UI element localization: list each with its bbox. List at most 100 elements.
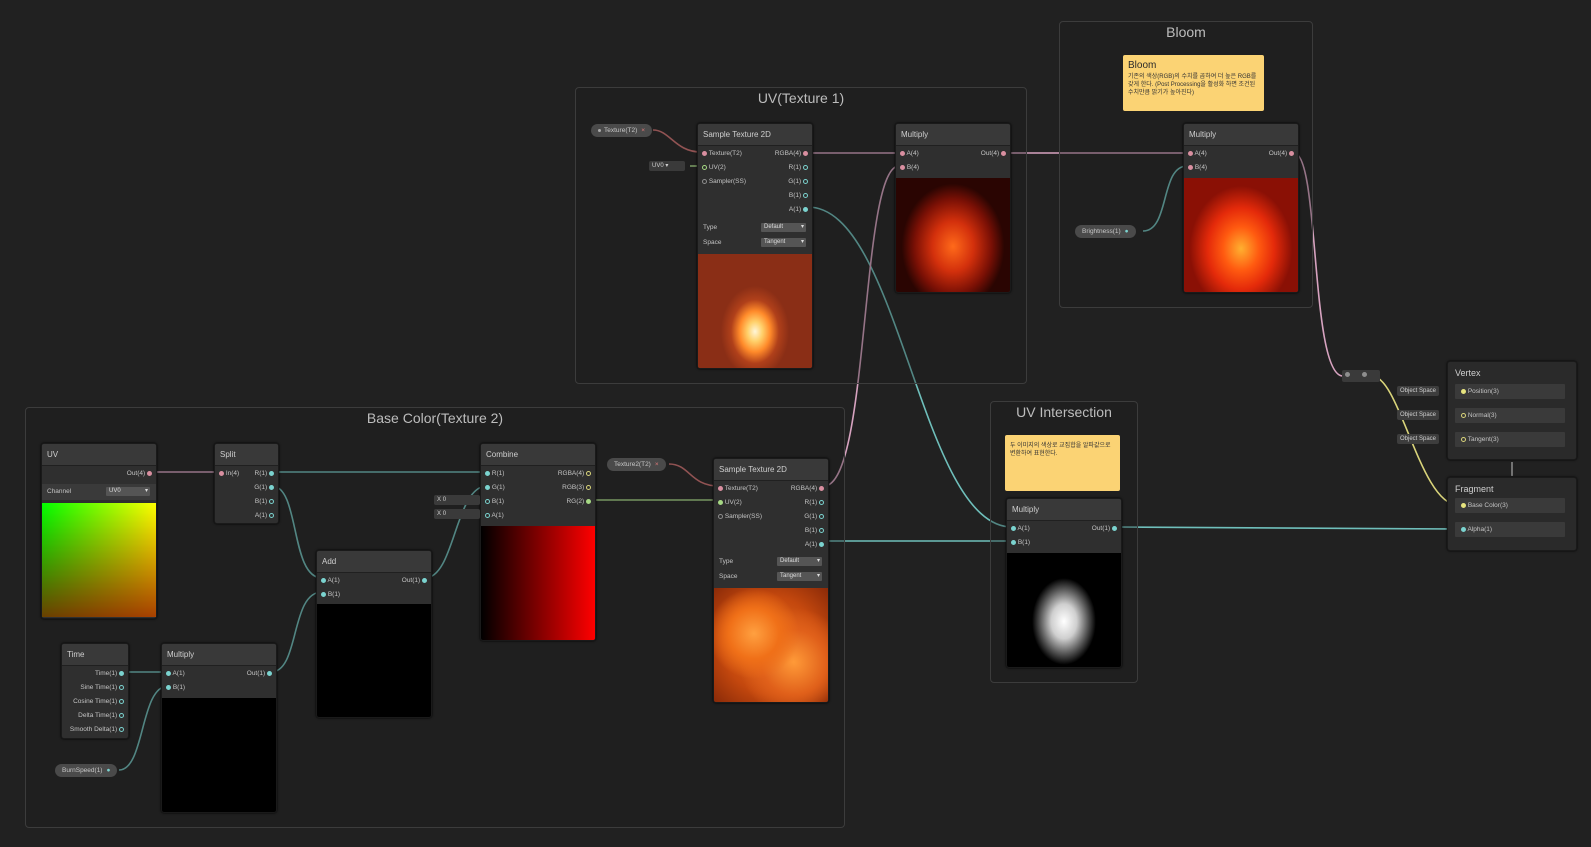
normal-space-tag[interactable]: Object Space	[1397, 410, 1440, 420]
node-multiply-1[interactable]: Multiply A(4) B(4) Out(4)	[895, 123, 1011, 293]
channel-dropdown[interactable]: UV0	[106, 487, 150, 496]
output-port[interactable]: ●	[1125, 228, 1129, 235]
slot-label: Normal(3)	[1467, 412, 1497, 419]
input-g[interactable]: G(1)	[485, 483, 505, 493]
input-a[interactable]: A(1)	[1011, 524, 1030, 534]
space-dropdown[interactable]: Tangent	[761, 238, 806, 247]
output-rgba[interactable]: RGBA(4)	[791, 484, 824, 494]
slot-tangent[interactable]: Tangent(3)	[1455, 432, 1565, 447]
space-dropdown[interactable]: Tangent	[777, 572, 822, 581]
output-b[interactable]: B(1)	[789, 191, 808, 201]
reroute-node[interactable]	[1342, 370, 1380, 382]
output-g[interactable]: G(1)	[254, 483, 274, 493]
uv0-dropdown[interactable]: UV0 ▾	[649, 161, 685, 171]
slot-alpha[interactable]: Alpha(1)	[1455, 522, 1565, 537]
type-dropdown[interactable]: Default	[777, 557, 822, 566]
output-smooth-delta[interactable]: Smooth Delta(1)	[70, 725, 124, 735]
output-sine-time[interactable]: Sine Time(1)	[80, 683, 124, 693]
input-b[interactable]: B(1)	[166, 683, 185, 693]
node-sample-texture-2[interactable]: Sample Texture 2D Texture(T2) UV(2) Samp…	[713, 458, 829, 703]
input-a[interactable]: A(4)	[1188, 149, 1207, 159]
output-out[interactable]: Out(1)	[247, 669, 272, 679]
input-r[interactable]: R(1)	[485, 469, 504, 479]
combine-a-default[interactable]: X 0	[434, 509, 480, 519]
output-delta-time[interactable]: Delta Time(1)	[78, 711, 124, 721]
node-uv[interactable]: UV Out(4) Channel UV0	[41, 443, 157, 619]
input-a[interactable]: A(4)	[900, 149, 919, 159]
output-time[interactable]: Time(1)	[95, 669, 124, 679]
property-burn-speed[interactable]: BurnSpeed(1) ●	[55, 764, 118, 777]
output-g[interactable]: G(1)	[804, 512, 824, 522]
tangent-space-tag[interactable]: Object Space	[1397, 434, 1440, 444]
port-dot	[718, 485, 723, 491]
input-texture[interactable]: Texture(T2)	[702, 149, 742, 159]
uv-preview-overlay	[42, 503, 156, 617]
input-sampler[interactable]: Sampler(SS)	[702, 177, 746, 187]
port-label: B(1)	[254, 498, 268, 505]
input-sampler[interactable]: Sampler(SS)	[718, 512, 762, 522]
output-out[interactable]: Out(1)	[402, 576, 427, 586]
output-rgba[interactable]: RGBA(4)	[558, 469, 591, 479]
output-r[interactable]: R(1)	[805, 498, 824, 508]
port-label: Texture(T2)	[708, 150, 742, 157]
input-uv[interactable]: UV(2)	[702, 163, 726, 173]
input-b[interactable]: B(1)	[321, 590, 340, 600]
output-port[interactable]: ×	[641, 127, 645, 134]
output-out[interactable]: Out(1)	[1092, 524, 1117, 534]
slot-base-color[interactable]: Base Color(3)	[1455, 498, 1565, 513]
output-a[interactable]: A(1)	[789, 205, 808, 215]
node-time[interactable]: Time Time(1) Sine Time(1) Cosine Time(1)…	[61, 643, 129, 739]
sticky-note-bloom[interactable]: Bloom 기존의 색상(RGB)의 수치를 곱하여 더 높은 RGB를 갖게 …	[1123, 55, 1264, 111]
output-rgb[interactable]: RGB(3)	[562, 483, 591, 493]
output-out[interactable]: Out(4)	[1269, 149, 1294, 159]
input-b[interactable]: B(4)	[900, 163, 919, 173]
node-add[interactable]: Add A(1) B(1) Out(1)	[316, 550, 432, 718]
port-label: A(1)	[804, 541, 818, 548]
input-in[interactable]: In(4)	[219, 469, 239, 479]
slot-normal[interactable]: Normal(3)	[1455, 408, 1565, 423]
output-port[interactable]: ×	[655, 461, 659, 468]
node-multiply-intersection[interactable]: Multiply A(1) B(1) Out(1)	[1006, 498, 1122, 668]
output-cosine-time[interactable]: Cosine Time(1)	[73, 697, 124, 707]
input-b[interactable]: B(1)	[1011, 538, 1030, 548]
input-texture[interactable]: Texture(T2)	[718, 484, 758, 494]
property-texture1[interactable]: Texture(T2) ×	[591, 124, 653, 137]
master-fragment[interactable]: Fragment Base Color(3) Alpha(1)	[1447, 477, 1577, 551]
combine-b-default[interactable]: X 0	[434, 495, 480, 505]
output-b[interactable]: B(1)	[805, 526, 824, 536]
property-texture2[interactable]: Texture2(T2) ×	[607, 458, 666, 471]
node-title: Split	[215, 444, 278, 466]
output-a[interactable]: A(1)	[805, 540, 824, 550]
output-g[interactable]: G(1)	[788, 177, 808, 187]
property-label: BurnSpeed(1)	[62, 767, 103, 774]
output-b[interactable]: B(1)	[255, 497, 274, 507]
input-b[interactable]: B(1)	[485, 497, 504, 507]
type-dropdown[interactable]: Default	[761, 223, 806, 232]
port-label: A(4)	[1194, 150, 1207, 157]
node-split[interactable]: Split In(4) R(1) G(1) B(1) A(1)	[214, 443, 279, 524]
output-a[interactable]: A(1)	[255, 511, 274, 521]
output-port[interactable]: ●	[106, 767, 110, 774]
node-sample-texture-1[interactable]: Sample Texture 2D Texture(T2) UV(2) Samp…	[697, 123, 813, 369]
slot-position[interactable]: Position(3)	[1455, 384, 1565, 399]
output-r[interactable]: R(1)	[255, 469, 274, 479]
port-label: A(1)	[327, 577, 340, 584]
input-a[interactable]: A(1)	[166, 669, 185, 679]
node-multiply-bloom[interactable]: Multiply A(4) B(4) Out(4)	[1183, 123, 1299, 293]
output-rg[interactable]: RG(2)	[566, 497, 591, 507]
master-vertex[interactable]: Vertex Position(3) Normal(3) Tangent(3)	[1447, 361, 1577, 460]
sticky-note-uv[interactable]: 두 이미지의 색상로 교집합을 알파값으로 변환하여 표현한다.	[1005, 435, 1120, 491]
output-r[interactable]: R(1)	[789, 163, 808, 173]
position-space-tag[interactable]: Object Space	[1397, 386, 1440, 396]
input-b[interactable]: B(4)	[1188, 163, 1207, 173]
node-multiply-time[interactable]: Multiply A(1) B(1) Out(1)	[161, 643, 277, 813]
node-combine[interactable]: Combine R(1) G(1) B(1) A(1) RGBA(4) RGB(…	[480, 443, 596, 641]
slot-label: Position(3)	[1467, 388, 1499, 395]
property-brightness[interactable]: Brightness(1) ●	[1075, 225, 1136, 238]
input-uv[interactable]: UV(2)	[718, 498, 742, 508]
output-out[interactable]: Out(4)	[127, 469, 152, 479]
input-a[interactable]: A(1)	[485, 511, 504, 521]
output-out[interactable]: Out(4)	[981, 149, 1006, 159]
output-rgba[interactable]: RGBA(4)	[775, 149, 808, 159]
input-a[interactable]: A(1)	[321, 576, 340, 586]
